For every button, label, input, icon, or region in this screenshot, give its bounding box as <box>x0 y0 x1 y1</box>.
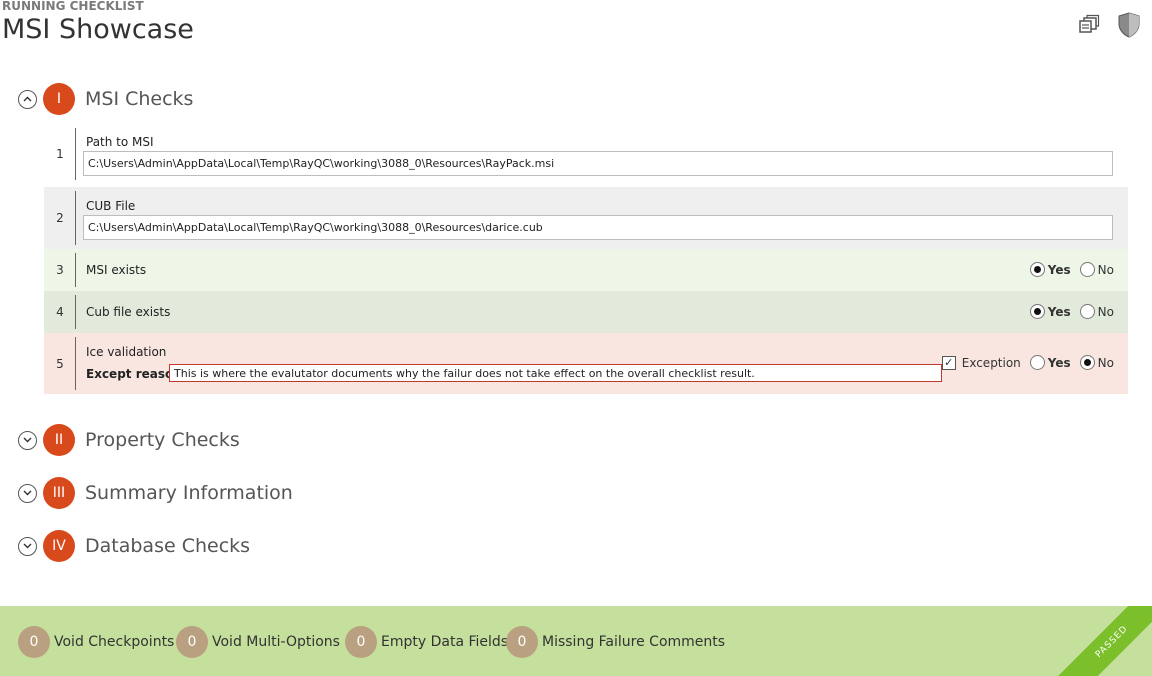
status-footer: 0 Void Checkpoints 0 Void Multi-Options … <box>0 606 1152 676</box>
checks-list: 1 Path to MSI 2 CUB File 3 MSI exists Ye… <box>44 124 1128 394</box>
stat-missing-failure-comments[interactable]: 0 Missing Failure Comments <box>506 626 725 658</box>
check-number: 3 <box>56 263 64 277</box>
check-number: 2 <box>56 211 64 225</box>
section-property-checks: II Property Checks <box>18 423 240 457</box>
check-number: 4 <box>56 305 64 319</box>
stat-count: 0 <box>506 626 538 658</box>
section-title[interactable]: Database Checks <box>85 535 250 557</box>
yes-label: Yes <box>1047 355 1071 370</box>
check-row-cub-file-exists: 4 Cub file exists Yes No <box>44 291 1128 333</box>
passed-ribbon: PASSED <box>1045 606 1152 676</box>
check-row-cub-file: 2 CUB File <box>44 187 1128 249</box>
yes-radio[interactable] <box>1029 355 1045 370</box>
row-divider <box>75 295 76 329</box>
stat-label: Void Checkpoints <box>54 634 175 650</box>
stat-void-multi-options[interactable]: 0 Void Multi-Options <box>176 626 340 658</box>
check-row-ice-validation: 5 Ice validation Except reason ✓ Excepti… <box>44 333 1128 394</box>
restore-window-icon[interactable] <box>1076 12 1102 38</box>
no-radio[interactable] <box>1079 355 1095 370</box>
expand-chevron-down-icon[interactable] <box>18 430 37 450</box>
row-divider <box>75 253 76 287</box>
section-msi-checks: I MSI Checks <box>18 82 193 116</box>
no-label: No <box>1097 262 1114 277</box>
expand-chevron-down-icon[interactable] <box>18 483 37 503</box>
stat-empty-data-fields[interactable]: 0 Empty Data Fields <box>345 626 508 658</box>
page-title: MSI Showcase <box>2 14 194 45</box>
check-row-path-to-msi: 1 Path to MSI <box>44 124 1128 184</box>
section-numeral: II <box>43 424 75 456</box>
no-radio[interactable] <box>1079 304 1095 319</box>
section-numeral: I <box>43 83 75 115</box>
section-numeral: IV <box>43 530 75 562</box>
stat-count: 0 <box>176 626 208 658</box>
yes-label: Yes <box>1047 262 1071 277</box>
stat-void-checkpoints[interactable]: 0 Void Checkpoints <box>18 626 174 658</box>
check-row-msi-exists: 3 MSI exists Yes No <box>44 249 1128 291</box>
check-number: 1 <box>56 147 64 161</box>
yes-no-options: Yes No <box>1029 304 1114 319</box>
section-title[interactable]: MSI Checks <box>85 88 193 110</box>
window-icons <box>1076 12 1142 38</box>
no-radio[interactable] <box>1079 262 1095 277</box>
check-label: Path to MSI <box>86 135 154 149</box>
stat-count: 0 <box>345 626 377 658</box>
header: RUNNING CHECKLIST MSI Showcase <box>0 0 1152 60</box>
path-to-msi-input[interactable] <box>83 151 1113 176</box>
stat-label: Void Multi-Options <box>212 634 340 650</box>
stat-label: Missing Failure Comments <box>542 634 726 650</box>
section-numeral: III <box>43 477 75 509</box>
check-label: Ice validation <box>86 345 167 359</box>
check-label: Cub file exists <box>86 305 171 319</box>
except-reason-label: Except reason <box>86 367 182 381</box>
except-reason-input[interactable] <box>169 364 942 382</box>
yes-radio[interactable] <box>1029 304 1045 319</box>
expand-chevron-down-icon[interactable] <box>18 536 37 556</box>
row-divider <box>75 191 76 245</box>
row-divider <box>75 337 76 390</box>
section-title[interactable]: Summary Information <box>85 482 293 504</box>
yes-label: Yes <box>1047 304 1071 319</box>
exception-checkbox[interactable]: ✓ <box>941 355 956 370</box>
check-number: 5 <box>56 356 64 371</box>
no-label: No <box>1097 304 1114 319</box>
check-label: CUB File <box>86 199 136 213</box>
section-database-checks: IV Database Checks <box>18 529 250 563</box>
section-title[interactable]: Property Checks <box>85 429 240 451</box>
row-divider <box>75 128 76 180</box>
check-label: MSI exists <box>86 263 147 277</box>
no-label: No <box>1097 355 1114 370</box>
shield-icon[interactable] <box>1116 12 1142 38</box>
yes-radio[interactable] <box>1029 262 1045 277</box>
exception-yes-no-options: ✓ Exception Yes No <box>941 355 1114 370</box>
exception-label: Exception <box>961 355 1021 370</box>
yes-no-options: Yes No <box>1029 262 1114 277</box>
collapse-chevron-up-icon[interactable] <box>18 89 37 109</box>
stat-count: 0 <box>18 626 50 658</box>
page-subtitle: RUNNING CHECKLIST <box>2 0 144 13</box>
section-summary-information: III Summary Information <box>18 476 293 510</box>
cub-file-input[interactable] <box>83 215 1113 240</box>
stat-label: Empty Data Fields <box>381 634 509 650</box>
